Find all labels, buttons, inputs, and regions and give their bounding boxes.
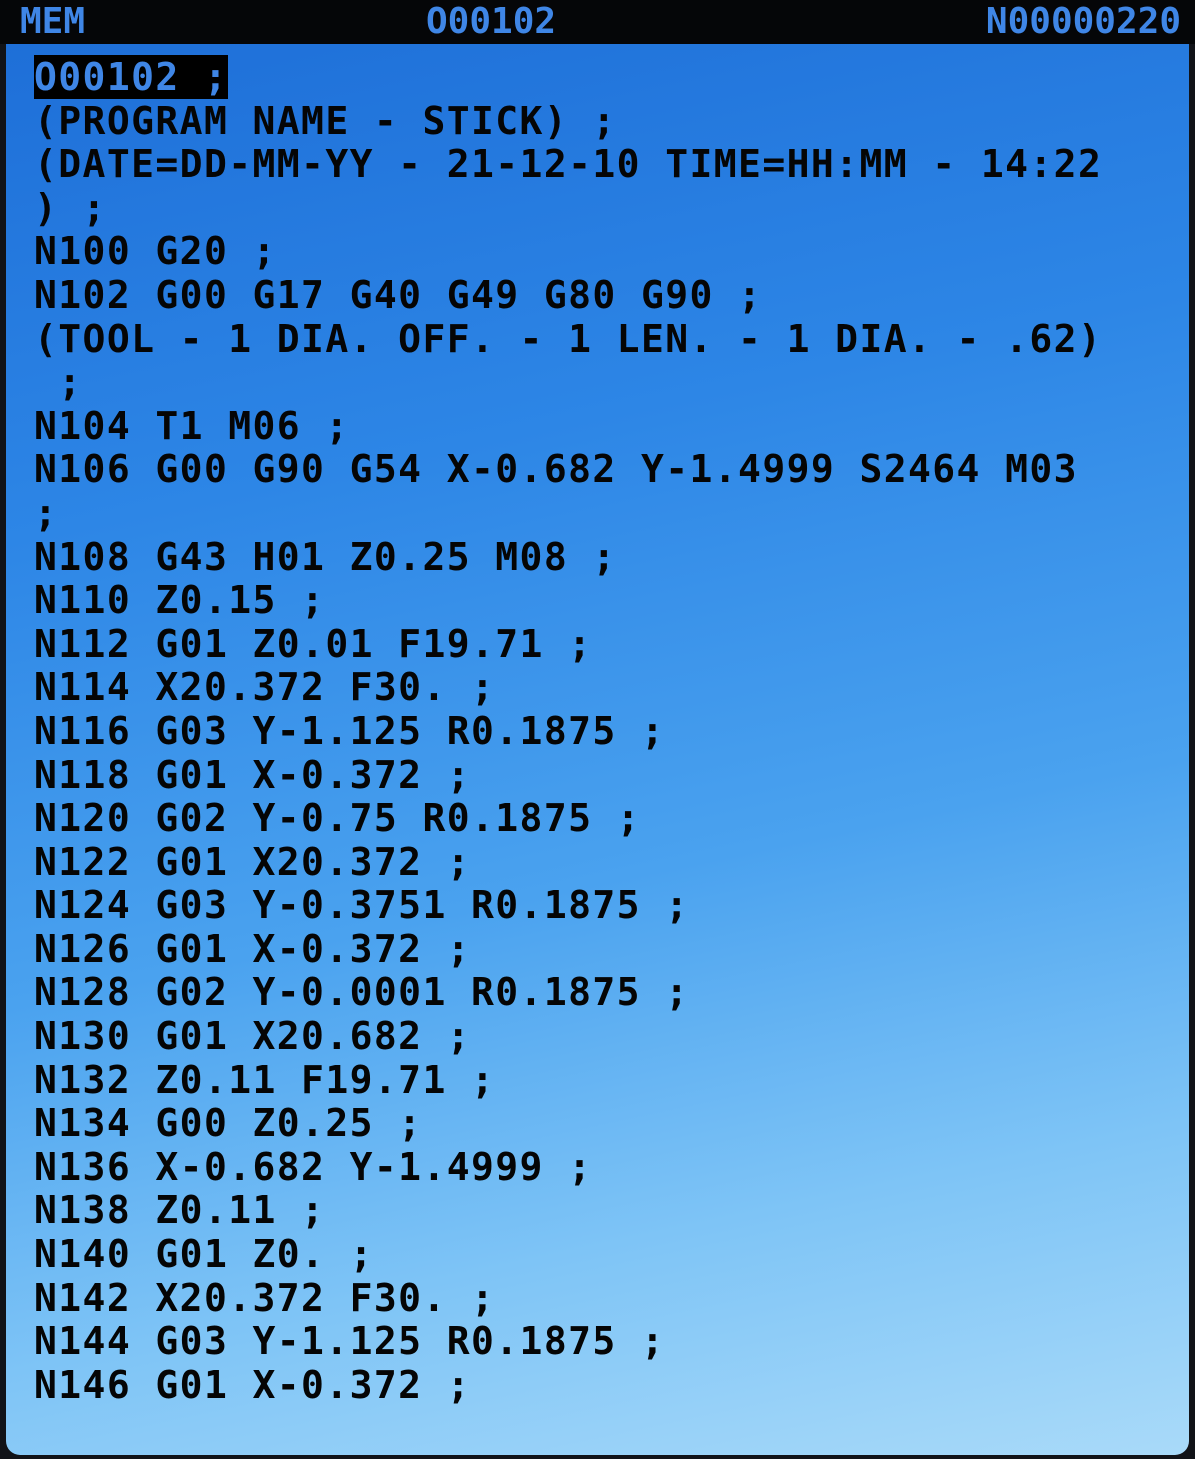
program-line[interactable]: N102 G00 G17 G40 G49 G80 G90 ; bbox=[34, 272, 1174, 318]
program-edit-screen[interactable]: O00102 ; (PROGRAM NAME - STICK) ; (DATE=DD… bbox=[6, 44, 1189, 1455]
program-line[interactable]: N108 G43 H01 Z0.25 M08 ; bbox=[34, 534, 1174, 580]
program-line[interactable]: N122 G01 X20.372 ; bbox=[34, 839, 1174, 885]
program-line-text: ; bbox=[34, 490, 59, 535]
program-line[interactable]: N118 G01 X-0.372 ; bbox=[34, 752, 1174, 798]
program-line-cursor[interactable]: O00102 ; bbox=[34, 55, 1174, 100]
program-line-text: N108 G43 H01 Z0.25 M08 ; bbox=[34, 534, 617, 579]
program-number-indicator: O00102 bbox=[426, 1, 557, 42]
program-line-text: N142 X20.372 F30. ; bbox=[34, 1275, 496, 1320]
program-line[interactable]: N140 G01 Z0. ; bbox=[34, 1232, 1174, 1277]
program-line[interactable]: N114 X20.372 F30. ; bbox=[34, 666, 1174, 710]
program-line[interactable]: N146 G01 X-0.372 ; bbox=[34, 1362, 1174, 1408]
program-line[interactable]: (DATE=DD-MM-YY - 21-12-10 TIME=HH:MM - 1… bbox=[34, 142, 1174, 187]
program-line[interactable]: N132 Z0.11 F19.71 ; bbox=[34, 1057, 1174, 1103]
program-line-text: N102 G00 G17 G40 G49 G80 G90 ; bbox=[34, 272, 763, 317]
program-line-text: N100 G20 ; bbox=[34, 229, 277, 274]
sequence-number-indicator: N00000220 bbox=[985, 1, 1181, 42]
program-line[interactable]: N136 X-0.682 Y-1.4999 ; bbox=[34, 1144, 1174, 1190]
program-line-text: N128 G02 Y-0.0001 R0.1875 ; bbox=[34, 970, 690, 1015]
program-line-text: N120 G02 Y-0.75 R0.1875 ; bbox=[34, 796, 641, 841]
program-line-text: (PROGRAM NAME - STICK) ; bbox=[34, 98, 617, 143]
program-line[interactable]: N124 G03 Y-0.3751 R0.1875 ; bbox=[34, 883, 1174, 928]
program-line-text: ; bbox=[34, 360, 83, 405]
program-line-text: (TOOL - 1 DIA. OFF. - 1 LEN. - 1 DIA. - … bbox=[34, 316, 1103, 361]
program-line-text: N114 X20.372 F30. ; bbox=[34, 665, 496, 710]
program-line[interactable]: N120 G02 Y-0.75 R0.1875 ; bbox=[34, 796, 1174, 841]
operation-mode-indicator: MEM bbox=[20, 1, 86, 42]
program-line-text: N134 G00 Z0.25 ; bbox=[34, 1101, 423, 1146]
program-line[interactable]: N126 G01 X-0.372 ; bbox=[34, 926, 1174, 972]
program-line[interactable]: ; bbox=[34, 360, 1174, 405]
program-line-text: N106 G00 G90 G54 X-0.682 Y-1.4999 S2464 … bbox=[34, 447, 1078, 492]
program-line-text: N124 G03 Y-0.3751 R0.1875 ; bbox=[34, 883, 690, 928]
program-line[interactable]: N130 G01 X20.682 ; bbox=[34, 1014, 1174, 1059]
program-line[interactable]: N128 G02 Y-0.0001 R0.1875 ; bbox=[34, 971, 1174, 1015]
program-line-text: N104 T1 M06 ; bbox=[34, 403, 350, 448]
program-line-text: N136 X-0.682 Y-1.4999 ; bbox=[34, 1144, 593, 1189]
program-line-text: O00102 ; bbox=[34, 55, 229, 99]
program-line[interactable]: N134 G00 Z0.25 ; bbox=[34, 1101, 1174, 1146]
program-line-text: N146 G01 X-0.372 ; bbox=[34, 1362, 472, 1407]
program-line[interactable]: N142 X20.372 F30. ; bbox=[34, 1275, 1174, 1321]
program-line-text: N130 G01 X20.682 ; bbox=[34, 1014, 472, 1059]
program-line-text: N110 Z0.15 ; bbox=[34, 578, 326, 623]
program-line-text: N140 G01 Z0. ; bbox=[34, 1232, 374, 1277]
program-line[interactable]: ; bbox=[34, 490, 1174, 536]
program-line-text: (DATE=DD-MM-YY - 21-12-10 TIME=HH:MM - 1… bbox=[34, 142, 1103, 187]
program-line-text: N112 G01 Z0.01 F19.71 ; bbox=[34, 621, 593, 666]
program-listing[interactable]: O00102 ; (PROGRAM NAME - STICK) ; (DATE=DD… bbox=[34, 55, 1174, 1408]
program-line-text: N132 Z0.11 F19.71 ; bbox=[34, 1057, 496, 1102]
program-line-text: N144 G03 Y-1.125 R0.1875 ; bbox=[34, 1319, 666, 1364]
program-line[interactable]: N138 Z0.11 ; bbox=[34, 1189, 1174, 1233]
program-line-text: N118 G01 X-0.372 ; bbox=[34, 752, 472, 797]
program-line[interactable]: N104 T1 M06 ; bbox=[34, 403, 1174, 449]
program-line-text: N126 G01 X-0.372 ; bbox=[34, 926, 472, 971]
program-line[interactable]: N116 G03 Y-1.125 R0.1875 ; bbox=[34, 708, 1174, 754]
program-line[interactable]: N112 G01 Z0.01 F19.71 ; bbox=[34, 621, 1174, 667]
program-line[interactable]: N144 G03 Y-1.125 R0.1875 ; bbox=[34, 1319, 1174, 1364]
program-line-text: N122 G01 X20.372 ; bbox=[34, 839, 472, 884]
program-line[interactable]: N100 G20 ; bbox=[34, 230, 1174, 274]
program-line[interactable]: N110 Z0.15 ; bbox=[34, 578, 1174, 623]
program-line[interactable]: (PROGRAM NAME - STICK) ; bbox=[34, 98, 1174, 144]
status-header: MEM O00102 N00000220 bbox=[0, 0, 1195, 44]
program-line-text: N116 G03 Y-1.125 R0.1875 ; bbox=[34, 708, 666, 753]
program-line[interactable]: ) ; bbox=[34, 185, 1174, 231]
program-line[interactable]: (TOOL - 1 DIA. OFF. - 1 LEN. - 1 DIA. - … bbox=[34, 316, 1174, 362]
program-line-text: N138 Z0.11 ; bbox=[34, 1188, 326, 1233]
program-line-text: ) ; bbox=[34, 185, 107, 230]
program-line[interactable]: N106 G00 G90 G54 X-0.682 Y-1.4999 S2464 … bbox=[34, 448, 1174, 492]
